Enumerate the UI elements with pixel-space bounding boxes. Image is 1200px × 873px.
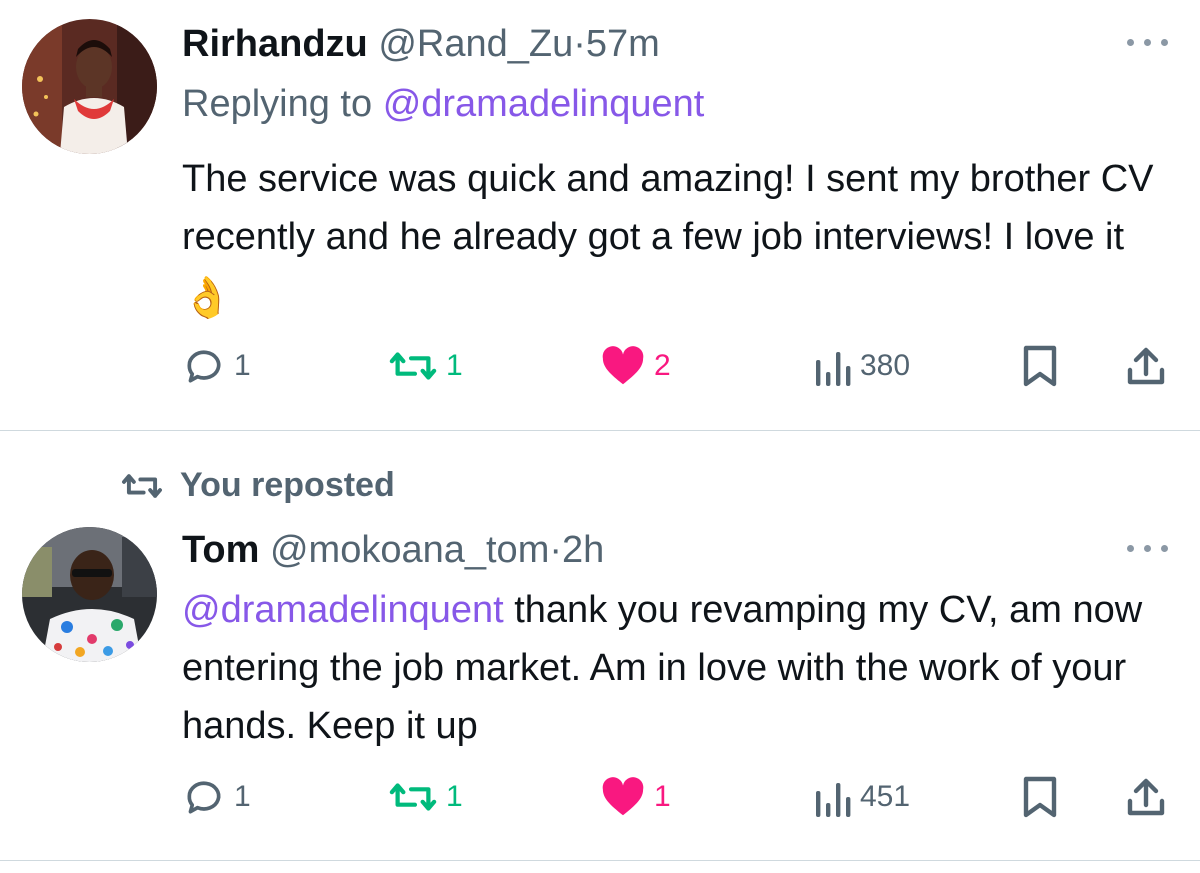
user-handle[interactable]: @mokoana_tom [270,529,549,571]
views-button[interactable]: 451 [812,775,910,819]
tweet-actions: 1 1 1 451 [0,775,1200,825]
reply-count: 1 [234,780,251,813]
share-icon [1127,778,1165,816]
bookmark-icon [1023,776,1057,818]
reply-button[interactable]: 1 [182,775,251,819]
more-icon[interactable] [1125,542,1171,554]
share-button[interactable] [1124,775,1168,819]
retweet-count: 1 [446,780,463,813]
like-button[interactable]: 1 [600,775,671,819]
tweet-header: Tom @mokoana_tom·2h [182,531,604,569]
views-icon [816,783,851,817]
display-name[interactable]: Tom [182,529,259,571]
separator-dot: · [549,529,563,571]
avatar[interactable] [22,527,157,662]
heart-icon [602,777,644,816]
retweet-button[interactable]: 1 [388,775,463,819]
retweet-icon [389,783,437,811]
mention-link[interactable]: @dramadelinquent [182,589,504,631]
view-count: 451 [860,780,911,813]
bookmark-button[interactable] [1020,775,1060,819]
reply-icon [187,781,221,814]
like-count: 1 [654,780,671,813]
tweet-tom[interactable]: Tom @mokoana_tom·2h @dramadelinquent tha… [0,0,1200,873]
tweet-text: @dramadelinquent thank you revamping my … [182,581,1172,755]
timestamp[interactable]: 2h [562,529,604,571]
divider [0,860,1200,861]
